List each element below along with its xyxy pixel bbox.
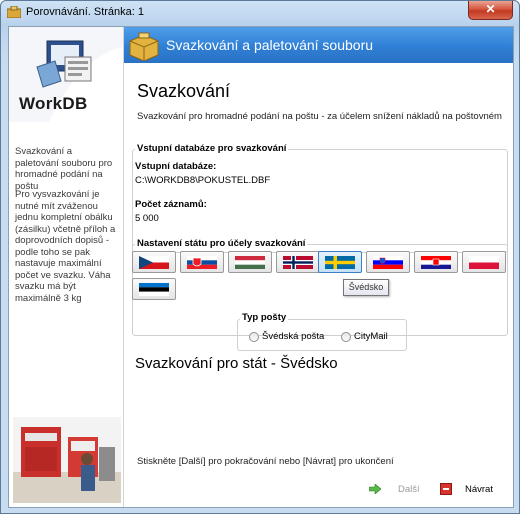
package-icon (129, 32, 159, 61)
czech-flag-icon (139, 256, 169, 269)
status-text: Svazkování pro stát - Švédsko (135, 355, 338, 372)
workdb-logo: WorkDB (9, 27, 123, 127)
norway-flag-icon (283, 256, 313, 269)
page-title: Svazkování (137, 81, 231, 101)
app-icon (7, 6, 21, 18)
flag-button-poland[interactable] (462, 251, 506, 273)
radio-swedish-post-label[interactable]: Švédská pošta (262, 331, 324, 342)
country-group-label: Nastavení státu pro účely svazkování (135, 238, 308, 249)
croatia-flag-icon (421, 256, 451, 269)
flag-button-slovakia[interactable] (180, 251, 224, 273)
close-button[interactable]: ✕ (468, 1, 513, 20)
next-arrow-icon (369, 484, 381, 494)
title-bar[interactable]: Porovnávání. Stránka: 1 ✕ (1, 1, 519, 25)
flag-button-hungary[interactable] (228, 251, 272, 273)
sweden-flag-icon (325, 256, 355, 269)
sidebar: WorkDB Svazkování a paletování souboru p… (9, 27, 124, 507)
logo-text: WorkDB (19, 94, 88, 113)
radio-citymail[interactable] (341, 332, 351, 342)
page-description: Svazkování pro hromadné podání na poštu … (137, 111, 502, 122)
flag-button-czech[interactable] (132, 251, 176, 273)
post-type-group-label: Typ pošty (240, 312, 289, 323)
footer-hint: Stiskněte [Další] pro pokračování nebo [… (137, 456, 394, 467)
slovakia-flag-icon (187, 256, 217, 269)
db-path: C:\WORKDB8\POKUSTEL.DBF (135, 175, 271, 186)
next-button[interactable]: Další (398, 484, 420, 495)
input-db-group-label: Vstupní databáze pro svazkování (135, 143, 289, 154)
header-band: Svazkování a paletování souboru (124, 27, 513, 63)
record-count-value: 5 000 (135, 213, 159, 224)
window-title: Porovnávání. Stránka: 1 (26, 6, 145, 18)
back-button[interactable]: Návrat (465, 484, 493, 495)
flag-button-norway[interactable] (276, 251, 320, 273)
hungary-flag-icon (235, 256, 265, 269)
flag-tooltip: Švédsko (343, 279, 389, 296)
radio-citymail-label[interactable]: CityMail (354, 331, 388, 342)
app-window: Porovnávání. Stránka: 1 ✕ WorkDB Svazkov… (0, 0, 520, 514)
slovenia-flag-icon (373, 256, 403, 269)
flag-button-slovenia[interactable] (366, 251, 410, 273)
header-title: Svazkování a paletování souboru (166, 37, 374, 53)
wizard-client: WorkDB Svazkování a paletování souboru p… (8, 26, 514, 508)
estonia-flag-icon (139, 283, 169, 296)
post-office-photo-icon (13, 417, 121, 503)
flag-button-croatia[interactable] (414, 251, 458, 273)
exit-icon (440, 483, 452, 495)
radio-swedish-post[interactable] (249, 332, 259, 342)
sidebar-intro: Svazkování a paletování souboru pro hrom… (15, 146, 113, 192)
poland-flag-icon (469, 256, 499, 269)
sidebar-note: Pro vysvazkování je nutné mít zváženou j… (15, 189, 116, 304)
flag-button-sweden[interactable] (318, 251, 362, 273)
db-label: Vstupní databáze: (135, 161, 217, 172)
record-count-label: Počet záznamů: (135, 199, 207, 210)
flag-button-estonia[interactable] (132, 278, 176, 300)
